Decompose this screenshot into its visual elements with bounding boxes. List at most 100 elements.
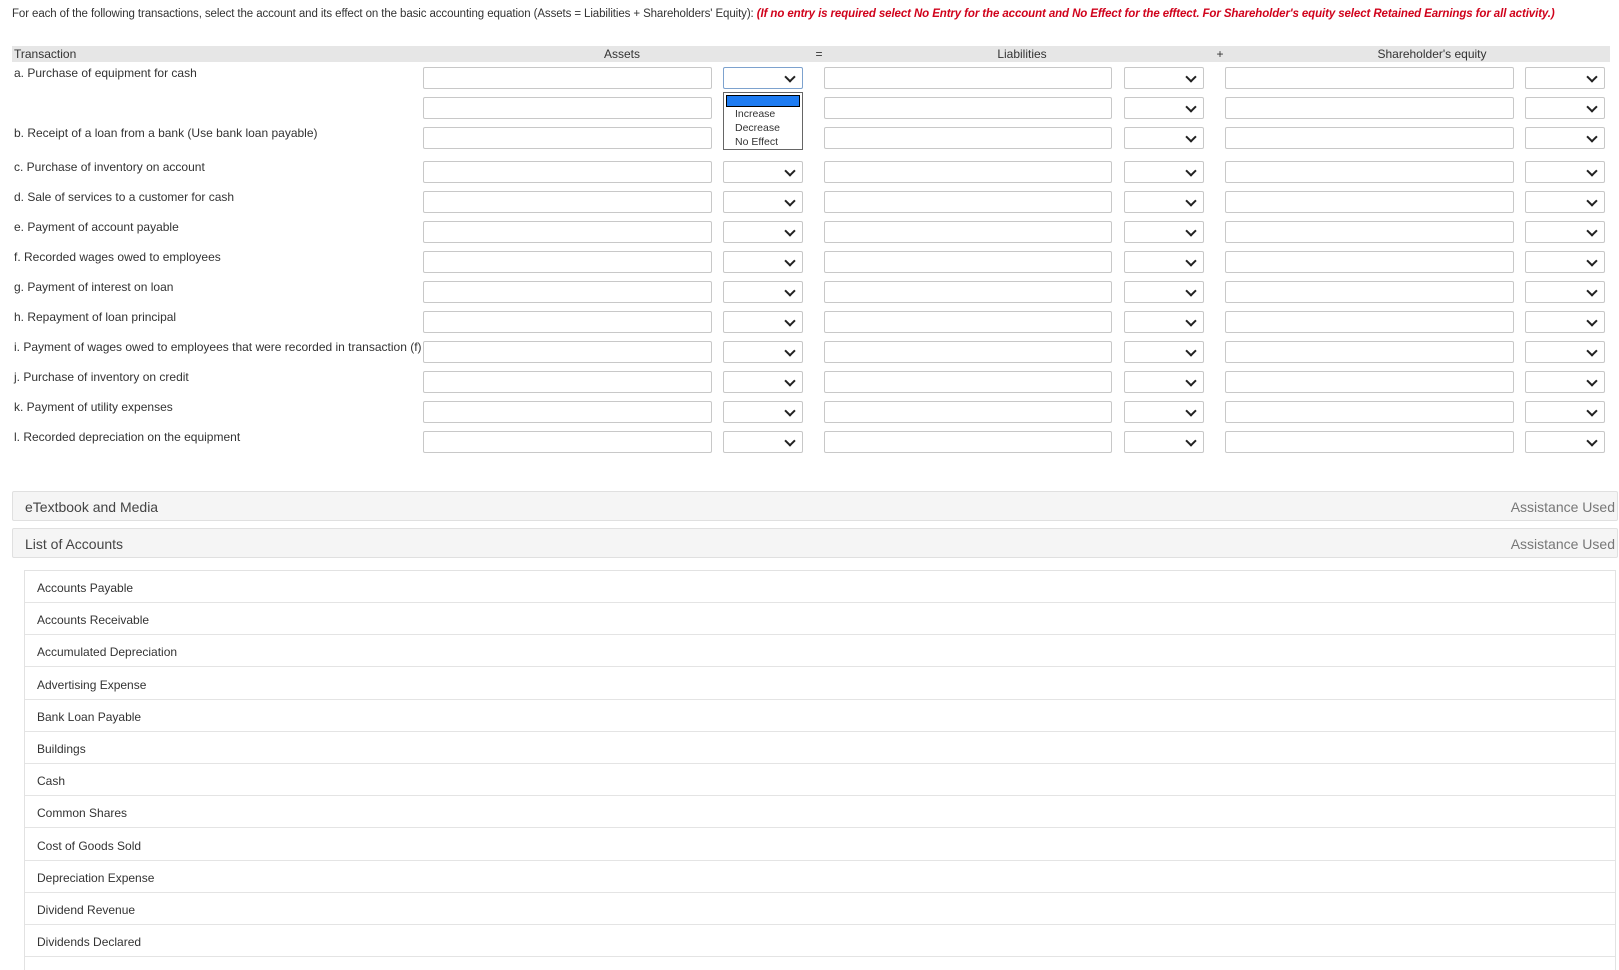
account-name: Dividends Declared <box>37 935 142 950</box>
equity-effect-select[interactable] <box>1525 311 1605 333</box>
assets-effect-select[interactable] <box>723 371 803 393</box>
assets-effect-select[interactable] <box>723 67 803 89</box>
equity-account-input[interactable] <box>1225 251 1514 273</box>
assets-account-input[interactable] <box>423 401 712 423</box>
chevron-down-icon <box>1586 255 1598 267</box>
liabilities-account-input[interactable] <box>824 221 1112 243</box>
equity-account-input[interactable] <box>1225 401 1514 423</box>
equity-effect-select[interactable] <box>1525 341 1605 363</box>
assets-account-input[interactable] <box>423 431 712 453</box>
liabilities-account-input[interactable] <box>824 127 1112 149</box>
chevron-down-icon <box>1586 225 1598 237</box>
liabilities-effect-select[interactable] <box>1124 281 1204 303</box>
etextbook-panel[interactable]: eTextbook and Media Assistance Used <box>12 491 1618 521</box>
header-assets: Assets <box>603 47 640 61</box>
assets-account-input[interactable] <box>423 311 712 333</box>
equity-account-input[interactable] <box>1225 371 1514 393</box>
liabilities-effect-select[interactable] <box>1124 67 1204 89</box>
equity-account-input[interactable] <box>1225 311 1514 333</box>
liabilities-account-input[interactable] <box>824 281 1112 303</box>
equity-effect-select[interactable] <box>1525 431 1605 453</box>
assets-account-input[interactable] <box>423 161 712 183</box>
equity-effect-select[interactable] <box>1525 127 1605 149</box>
assets-effect-select[interactable] <box>723 431 803 453</box>
equity-effect-select[interactable] <box>1525 251 1605 273</box>
assets-account-input[interactable] <box>423 67 712 89</box>
liabilities-effect-select[interactable] <box>1124 127 1204 149</box>
equity-effect-select[interactable] <box>1525 67 1605 89</box>
assets-effect-select[interactable] <box>723 221 803 243</box>
assets-effect-select[interactable] <box>723 281 803 303</box>
equity-account-input[interactable] <box>1225 97 1514 119</box>
dropdown-option-no-effect[interactable]: No Effect <box>735 136 778 148</box>
assets-account-input[interactable] <box>423 127 712 149</box>
equity-account-input[interactable] <box>1225 221 1514 243</box>
list-item: Accounts Receivable <box>25 603 1615 636</box>
assets-account-input[interactable] <box>423 221 712 243</box>
equity-account-input[interactable] <box>1225 161 1514 183</box>
assets-effect-select[interactable] <box>723 191 803 213</box>
equity-effect-select[interactable] <box>1525 281 1605 303</box>
equity-effect-select[interactable] <box>1525 221 1605 243</box>
account-name: Common Shares <box>37 806 128 821</box>
liabilities-effect-select[interactable] <box>1124 341 1204 363</box>
liabilities-account-input[interactable] <box>824 191 1112 213</box>
liabilities-account-input[interactable] <box>824 431 1112 453</box>
assets-account-input[interactable] <box>423 97 712 119</box>
chevron-down-icon <box>784 285 796 297</box>
liabilities-account-input[interactable] <box>824 311 1112 333</box>
equity-effect-select[interactable] <box>1525 97 1605 119</box>
list-item: Common Shares <box>25 796 1615 829</box>
assets-account-input[interactable] <box>423 341 712 363</box>
liabilities-effect-select[interactable] <box>1124 311 1204 333</box>
liabilities-effect-select[interactable] <box>1124 191 1204 213</box>
liabilities-effect-select[interactable] <box>1124 221 1204 243</box>
assets-account-input[interactable] <box>423 191 712 213</box>
chevron-down-icon <box>1185 195 1197 207</box>
liabilities-account-input[interactable] <box>824 341 1112 363</box>
list-of-accounts-panel[interactable]: List of Accounts Assistance Used <box>12 528 1618 558</box>
liabilities-account-input[interactable] <box>824 97 1112 119</box>
equity-account-input[interactable] <box>1225 127 1514 149</box>
assets-account-input[interactable] <box>423 371 712 393</box>
equity-account-input[interactable] <box>1225 281 1514 303</box>
liabilities-account-input[interactable] <box>824 161 1112 183</box>
liabilities-effect-select[interactable] <box>1124 431 1204 453</box>
assets-account-input[interactable] <box>423 251 712 273</box>
assets-effect-select[interactable] <box>723 161 803 183</box>
list-item: Buildings <box>25 732 1615 764</box>
dropdown-option-blank[interactable] <box>726 95 800 107</box>
assets-effect-select[interactable] <box>723 341 803 363</box>
assets-effect-select[interactable] <box>723 251 803 273</box>
transaction-label: e. Payment of account payable <box>14 220 179 234</box>
equity-effect-select[interactable] <box>1525 161 1605 183</box>
equity-account-input[interactable] <box>1225 191 1514 213</box>
dropdown-option-decrease[interactable]: Decrease <box>735 122 780 134</box>
equity-account-input[interactable] <box>1225 431 1514 453</box>
chevron-down-icon <box>784 375 796 387</box>
liabilities-effect-select[interactable] <box>1124 401 1204 423</box>
equity-account-input[interactable] <box>1225 67 1514 89</box>
liabilities-account-input[interactable] <box>824 371 1112 393</box>
liabilities-account-input[interactable] <box>824 401 1112 423</box>
liabilities-account-input[interactable] <box>824 251 1112 273</box>
header-plus: + <box>1216 47 1224 61</box>
assets-effect-select[interactable] <box>723 311 803 333</box>
liabilities-effect-select[interactable] <box>1124 161 1204 183</box>
header-equals: = <box>815 47 823 61</box>
effect-dropdown-list[interactable]: Increase Decrease No Effect <box>723 92 803 150</box>
account-name: Accumulated Depreciation <box>37 645 178 660</box>
list-item: Dividends Declared <box>25 925 1615 958</box>
transaction-label: k. Payment of utility expenses <box>14 400 173 414</box>
equity-effect-select[interactable] <box>1525 371 1605 393</box>
equity-effect-select[interactable] <box>1525 191 1605 213</box>
liabilities-account-input[interactable] <box>824 67 1112 89</box>
equity-effect-select[interactable] <box>1525 401 1605 423</box>
assets-account-input[interactable] <box>423 281 712 303</box>
equity-account-input[interactable] <box>1225 341 1514 363</box>
liabilities-effect-select[interactable] <box>1124 251 1204 273</box>
liabilities-effect-select[interactable] <box>1124 371 1204 393</box>
liabilities-effect-select[interactable] <box>1124 97 1204 119</box>
dropdown-option-increase[interactable]: Increase <box>735 108 775 120</box>
assets-effect-select[interactable] <box>723 401 803 423</box>
